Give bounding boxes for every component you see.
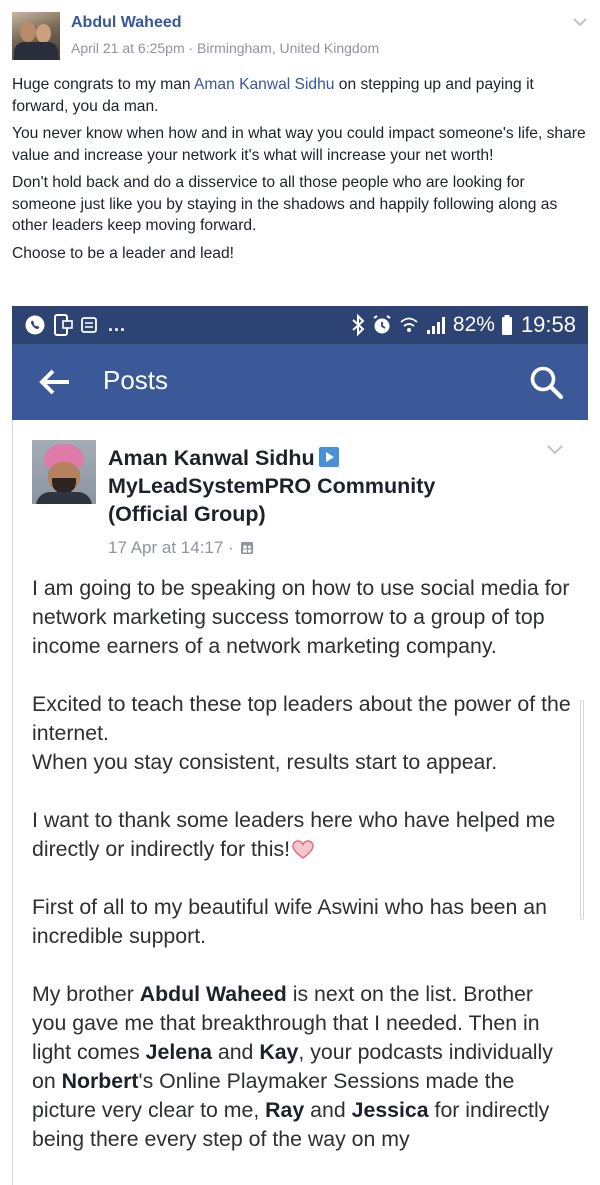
attached-screenshot[interactable]: ... 82% 19:58 Posts Aman Kanwal Sidhu My…: [12, 306, 588, 1185]
group-name-link[interactable]: MyLeadSystemPRO Community: [108, 474, 435, 498]
post-header: Abdul Waheed April 21 at 6:25pm · Birmin…: [12, 12, 588, 64]
status-clock: 19:58: [520, 312, 576, 337]
scrollbar[interactable]: [580, 700, 584, 920]
battery-icon: [501, 315, 512, 335]
post-paragraph: My brother Abdul Waheed is next on the l…: [32, 982, 553, 1151]
post-paragraph: I want to thank some leaders here who ha…: [32, 808, 556, 861]
post-paragraph: Huge congrats to my man Aman Kanwal Sidh…: [12, 76, 534, 115]
inner-post-message: I am going to be speaking on how to use …: [32, 574, 572, 1183]
notes-icon: [81, 317, 97, 333]
post-paragraph: I am going to be speaking on how to use …: [32, 576, 570, 658]
back-arrow-icon[interactable]: [38, 368, 72, 396]
inner-post-card: Aman Kanwal Sidhu MyLeadSystemPRO Commun…: [12, 420, 588, 1185]
group-name-link-line2[interactable]: (Official Group): [108, 502, 266, 526]
chevron-down-icon[interactable]: [546, 444, 564, 456]
avatar[interactable]: [12, 12, 60, 60]
mention-bold: Jessica: [351, 1098, 429, 1122]
search-icon[interactable]: [528, 364, 564, 400]
mention-bold: Norbert: [61, 1069, 139, 1093]
video-icon: [318, 447, 339, 467]
post-paragraph: You never know when how and in what way …: [12, 125, 586, 164]
page-title: Posts: [103, 365, 169, 395]
mention-bold: Abdul Waheed: [139, 982, 287, 1006]
chevron-down-icon[interactable]: [572, 16, 588, 28]
mention-bold: Kay: [259, 1040, 299, 1064]
post-paragraph: Choose to be a leader and lead!: [12, 244, 234, 262]
inner-post-header: Aman Kanwal Sidhu MyLeadSystemPRO Commun…: [108, 444, 488, 528]
mention-bold: Ray: [265, 1098, 305, 1122]
author-name-link[interactable]: Abdul Waheed: [71, 14, 182, 32]
mention-bold: Jelena: [145, 1040, 212, 1064]
app-toolbar: Posts: [12, 344, 588, 420]
post-message: Huge congrats to my man Aman Kanwal Sidh…: [12, 74, 588, 270]
alarm-icon: [373, 315, 391, 334]
mention-link[interactable]: Aman Kanwal Sidhu: [194, 76, 334, 93]
battery-percentage: 82%: [452, 313, 495, 336]
bluetooth-icon: [352, 314, 365, 336]
post-paragraph: Excited to teach these top leaders about…: [32, 692, 571, 774]
group-icon: [240, 542, 253, 554]
wifi-icon: [400, 317, 418, 332]
signal-icon: [426, 317, 445, 334]
heart-icon: [292, 840, 314, 859]
post-paragraph: Don't hold back and do a disservice to a…: [12, 174, 558, 234]
post-timestamp: 17 Apr at 14:17 ·: [108, 538, 254, 558]
post-paragraph: First of all to my beautiful wife Aswini…: [32, 895, 547, 948]
avatar[interactable]: [32, 440, 96, 504]
notification-overflow: ...: [108, 314, 127, 335]
post-timestamp-location[interactable]: April 21 at 6:25pm · Birmingham, United …: [71, 40, 379, 56]
phone-status-bar: ... 82% 19:58: [12, 306, 588, 344]
whatsapp-icon: [25, 315, 45, 335]
phone-message-icon: [54, 314, 73, 336]
author-name-link[interactable]: Aman Kanwal Sidhu: [108, 446, 315, 470]
